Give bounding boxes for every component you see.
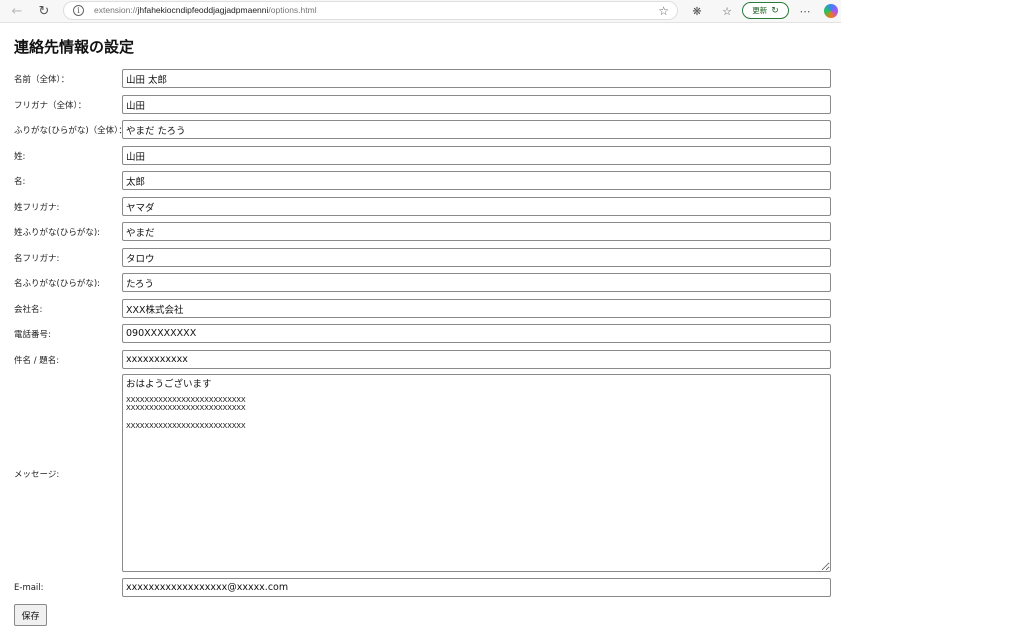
message-line: XXXXXXXXXXXXXXXXXXXXXXXXXX [126,422,246,430]
field-label: 姓ふりがな(ひらがな): [14,228,100,238]
favorite-star-icon[interactable]: ☆ [658,4,669,18]
field-label: ふりがな(ひらがな)（全体）： [14,126,127,136]
field-label: 会社名: [14,305,43,315]
update-label: 更新 [752,6,768,15]
field-label: 名フリガナ: [14,254,60,264]
message-label: メッセージ: [14,470,60,480]
field-label: 件名 / 題名: [14,356,60,366]
browser-toolbar: ← ↻ i extension://jhfahekiocndipfeoddjag… [0,0,841,23]
text-field[interactable] [122,222,831,241]
text-field[interactable] [122,146,831,165]
email-field[interactable] [122,578,831,597]
favorites-icon[interactable]: ☆ [718,2,736,20]
field-label: 名前（全体）： [14,75,70,85]
field-label: 電話番号: [14,330,51,340]
field-label: 名ふりがな(ひらがな): [14,279,100,289]
email-label: E-mail: [14,583,44,593]
address-bar[interactable]: i extension://jhfahekiocndipfeoddjagjadp… [63,1,678,20]
extensions-icon[interactable]: ❋ [688,2,706,20]
field-label: 名: [14,177,26,187]
message-line: おはようございます [126,379,212,390]
text-field[interactable] [122,299,831,318]
text-field[interactable] [122,69,831,88]
text-field[interactable] [122,95,831,114]
info-icon[interactable]: i [73,5,84,16]
field-label: フリガナ（全体）： [14,101,87,111]
text-field[interactable] [122,273,831,292]
text-field[interactable] [122,350,831,369]
more-menu-icon[interactable]: ⋯ [796,2,814,20]
field-label: 姓フリガナ: [14,203,60,213]
text-field[interactable] [122,324,831,343]
message-line: XXXXXXXXXXXXXXXXXXXXXXXXXX [126,396,246,404]
save-button[interactable]: 保存 [14,604,47,626]
field-label: 姓: [14,152,26,162]
text-field[interactable] [122,120,831,139]
back-arrow-icon[interactable]: ← [8,2,26,20]
text-field[interactable] [122,248,831,267]
text-field[interactable] [122,197,831,216]
message-line: XXXXXXXXXXXXXXXXXXXXXXXXXX [126,404,246,412]
url-text: extension://jhfahekiocndipfeoddjagjadpma… [94,5,317,15]
text-field[interactable] [122,171,831,190]
page-title: 連絡先情報の設定 [14,38,135,56]
update-icon: ↻ [771,5,779,16]
update-button[interactable]: 更新 ↻ [742,2,789,19]
copilot-icon[interactable] [824,4,838,18]
reload-icon[interactable]: ↻ [35,2,53,20]
